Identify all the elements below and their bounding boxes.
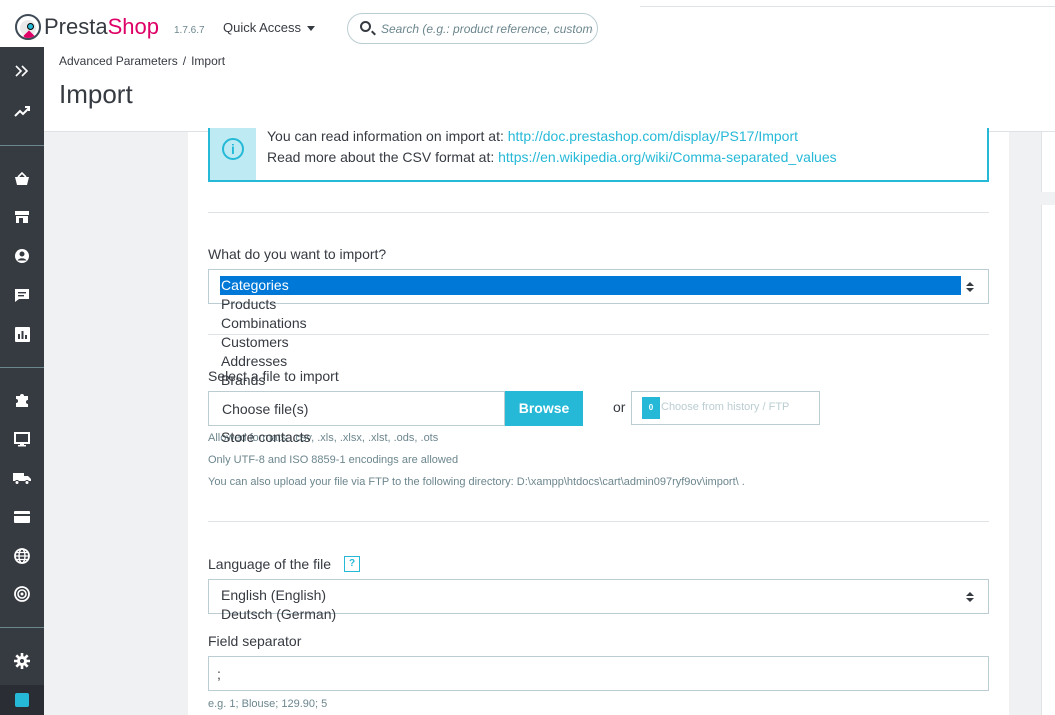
design-monitor-icon[interactable]	[0, 424, 44, 454]
shipping-truck-icon[interactable]	[0, 463, 44, 493]
messages-icon[interactable]	[0, 280, 44, 310]
import-option[interactable]: Brands	[221, 371, 265, 390]
top-bar: PrestaShop 1.7.6.7 Quick Access Search (…	[0, 0, 1055, 47]
page-title: Import	[59, 79, 133, 109]
info-line-2: Read more about the CSV format at: https…	[267, 149, 837, 165]
version-label: 1.7.6.7	[174, 25, 205, 36]
payment-card-icon[interactable]	[0, 502, 44, 532]
brand-name[interactable]: PrestaShop	[44, 14, 159, 40]
import-doc-link[interactable]: http://doc.prestashop.com/display/PS17/I…	[508, 128, 798, 144]
sidebar	[0, 47, 44, 715]
help-icon[interactable]: ?	[344, 556, 360, 572]
import-type-label: What do you want to import?	[208, 246, 387, 262]
orders-basket-icon[interactable]	[0, 164, 44, 194]
configure-gear-icon[interactable]	[0, 646, 44, 676]
customers-icon[interactable]	[0, 241, 44, 271]
language-option[interactable]: Deutsch (German)	[221, 605, 336, 624]
breadcrumb: Advanced Parameters / Import	[59, 54, 226, 68]
csv-format-link[interactable]: https://en.wikipedia.org/wiki/Comma-sepa…	[498, 149, 837, 165]
history-count-badge: 0	[642, 397, 660, 419]
language-label: Language of the file	[208, 556, 331, 572]
breadcrumb-parent[interactable]: Advanced Parameters	[59, 54, 178, 68]
search-icon	[360, 21, 371, 32]
import-option[interactable]: Categories	[220, 276, 961, 295]
import-option[interactable]: Combinations	[221, 314, 307, 333]
separator-example: e.g. 1; Blouse; 129.90; 5	[208, 698, 328, 710]
help-ftp: You can also upload your file via FTP to…	[208, 476, 745, 488]
page-header: Advanced Parameters / Import Import	[44, 47, 1055, 132]
field-separator-label: Field separator	[208, 633, 302, 649]
top-rule	[640, 6, 1055, 7]
modules-puzzle-icon[interactable]	[0, 385, 44, 415]
breadcrumb-current: Import	[191, 54, 226, 68]
prestashop-logo-icon[interactable]	[15, 14, 41, 40]
or-label: or	[613, 399, 626, 415]
language-option[interactable]: English (English)	[221, 586, 326, 605]
import-option[interactable]: Addresses	[221, 352, 287, 371]
divider	[208, 212, 989, 213]
info-line-1: You can read information on import at: h…	[267, 128, 799, 144]
divider	[208, 521, 989, 522]
info-alert: i You can read information on import at:…	[208, 128, 989, 182]
import-option[interactable]: Products	[221, 295, 276, 314]
divider	[208, 334, 989, 335]
international-globe-icon[interactable]	[0, 541, 44, 571]
dashboard-trend-icon[interactable]	[0, 97, 44, 127]
browse-button[interactable]: Browse	[505, 391, 583, 426]
search-placeholder: Search (e.g.: product reference, custome	[381, 22, 593, 36]
catalog-store-icon[interactable]	[0, 202, 44, 232]
expand-icon[interactable]	[0, 56, 44, 86]
search-input[interactable]: Search (e.g.: product reference, custome	[347, 13, 598, 44]
import-option[interactable]: Store contacts	[221, 428, 311, 447]
import-option[interactable]: Customers	[221, 333, 289, 352]
select-arrows-icon	[966, 592, 974, 603]
side-panel	[1041, 205, 1055, 715]
stats-icon[interactable]	[0, 319, 44, 349]
quick-access-dropdown[interactable]: Quick Access	[223, 20, 316, 35]
info-icon: i	[222, 138, 244, 160]
marketing-target-icon[interactable]	[0, 579, 44, 609]
side-panel-top	[1041, 132, 1055, 192]
help-encodings: Only UTF-8 and ISO 8859-1 encodings are …	[208, 454, 459, 466]
field-separator-input[interactable]: ;	[208, 656, 989, 691]
file-input[interactable]: Choose file(s)	[208, 391, 505, 426]
select-arrows-icon	[966, 282, 974, 293]
chevron-down-icon	[307, 26, 316, 32]
advanced-parameters-icon[interactable]	[0, 685, 44, 715]
history-button[interactable]: 0 Choose from history / FTP	[631, 391, 820, 425]
